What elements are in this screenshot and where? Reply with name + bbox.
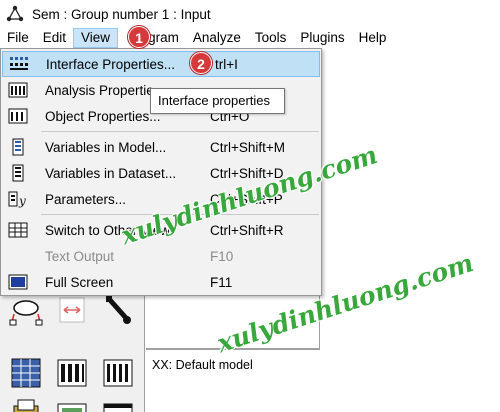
menu-view[interactable]: View xyxy=(73,28,119,48)
variables-in-dataset-icon xyxy=(8,164,28,182)
variables-in-model-icon xyxy=(8,138,28,156)
list-dataset-icon[interactable] xyxy=(100,354,136,390)
switch-view-icon xyxy=(8,221,28,239)
drawing-area[interactable] xyxy=(320,48,500,412)
model-label: XX: Default model xyxy=(152,358,253,372)
print-icon[interactable] xyxy=(8,396,44,412)
draw-latent-icon[interactable] xyxy=(8,292,44,328)
list-variables-icon[interactable] xyxy=(54,354,90,390)
menu-file[interactable]: File xyxy=(0,28,36,48)
analysis-properties-icon xyxy=(8,81,28,99)
parameters-icon: y xyxy=(8,190,28,208)
menu-help[interactable]: Help xyxy=(352,28,394,48)
menu-item-text-output[interactable]: Text Output F10 xyxy=(2,243,320,269)
step-badge-1: 1 xyxy=(128,26,150,48)
title-bar: Sem : Group number 1 : Input xyxy=(0,0,500,28)
menu-analyze[interactable]: Analyze xyxy=(186,28,248,48)
data-table-icon[interactable] xyxy=(8,354,44,390)
step-badge-2: 2 xyxy=(190,52,212,74)
object-properties-icon xyxy=(8,107,28,125)
resize-object-icon[interactable] xyxy=(54,292,90,328)
full-screen-icon xyxy=(8,273,28,291)
calculate-icon[interactable] xyxy=(54,396,90,412)
menu-item-interface-properties[interactable]: Interface Properties... trl+I xyxy=(2,51,320,77)
menu-bar: File Edit View gram Analyze Tools Plugin… xyxy=(0,28,500,48)
svg-text:y: y xyxy=(18,194,26,208)
menu-separator xyxy=(41,131,319,132)
interface-properties-icon xyxy=(9,55,29,73)
touch-up-icon[interactable] xyxy=(100,292,136,328)
window-title: Sem : Group number 1 : Input xyxy=(32,6,211,22)
menu-item-variables-in-model[interactable]: Variables in Model... Ctrl+Shift+M xyxy=(2,134,320,160)
view-output-icon[interactable] xyxy=(100,396,136,412)
menu-item-full-screen[interactable]: Full Screen F11 xyxy=(2,269,320,295)
model-panel[interactable]: XX: Default model xyxy=(146,348,320,412)
menu-tools[interactable]: Tools xyxy=(248,28,294,48)
network-diagram-icon xyxy=(6,5,24,23)
menu-plugins[interactable]: Plugins xyxy=(293,28,351,48)
menu-edit[interactable]: Edit xyxy=(36,28,73,48)
tooltip: Interface properties xyxy=(150,88,285,114)
